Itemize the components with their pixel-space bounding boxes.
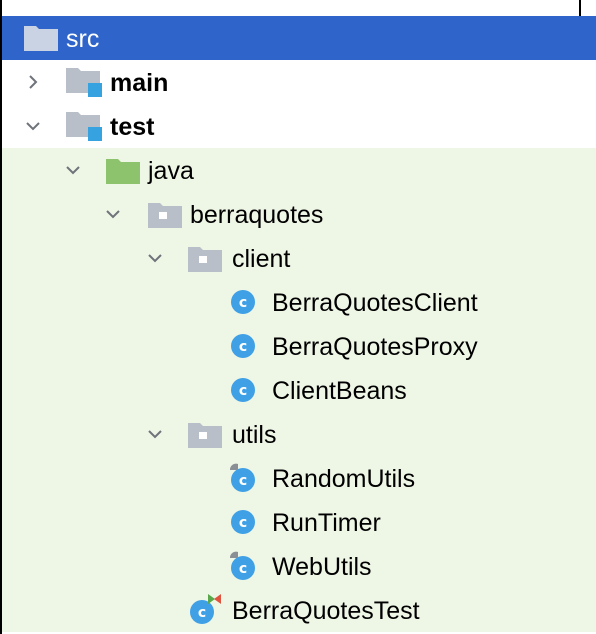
window-border-right (579, 0, 581, 16)
tree-node-main[interactable]: main (2, 60, 596, 104)
svg-text:c: c (198, 605, 206, 621)
chevron-down-icon[interactable] (148, 427, 162, 441)
svg-text:c: c (239, 473, 247, 489)
svg-text:c: c (239, 515, 247, 531)
tree-node-class[interactable]: c ClientBeans (2, 368, 596, 412)
tree-node-label: berraquotes (190, 201, 324, 229)
tree-node-test-class[interactable]: c BerraQuotesTest (2, 588, 596, 632)
tree-node-label: main (110, 69, 169, 97)
package-icon (148, 203, 182, 228)
class-icon: c (229, 463, 255, 492)
module-folder-icon (66, 68, 102, 97)
tree-node-class[interactable]: c BerraQuotesClient (2, 280, 596, 324)
tree-node-label: RunTimer (272, 509, 381, 537)
tree-node-client[interactable]: client (2, 236, 596, 280)
class-icon: c (231, 334, 255, 358)
svg-text:c: c (239, 339, 247, 355)
tree-node-class[interactable]: c BerraQuotesProxy (2, 324, 596, 368)
folder-icon (24, 26, 58, 51)
tree-node-label: src (66, 25, 100, 53)
class-icon: c (231, 510, 255, 534)
tree-node-berraquotes[interactable]: berraquotes (2, 192, 596, 236)
tree-node-label: BerraQuotesClient (272, 289, 478, 317)
tree-node-label: ClientBeans (272, 377, 407, 405)
tree-node-src[interactable]: src (2, 16, 596, 60)
svg-text:c: c (239, 561, 247, 577)
svg-text:c: c (239, 383, 247, 399)
tree-node-label: BerraQuotesProxy (272, 333, 478, 361)
tree-node-label: WebUtils (272, 553, 372, 581)
tree-node-utils[interactable]: utils (2, 412, 596, 456)
tree-node-label: test (110, 113, 155, 141)
class-icon: c (231, 290, 255, 314)
tree-node-java[interactable]: java (2, 148, 596, 192)
chevron-right-icon[interactable] (26, 75, 40, 89)
chevron-down-icon[interactable] (26, 119, 40, 133)
tree-node-label: utils (232, 421, 277, 449)
svg-text:c: c (239, 295, 247, 311)
test-class-icon: c (190, 594, 221, 624)
tree-node-class[interactable]: c RandomUtils (2, 456, 596, 500)
package-icon (188, 423, 222, 448)
tree-node-class[interactable]: c RunTimer (2, 500, 596, 544)
tree-node-label: client (232, 245, 291, 273)
module-folder-icon (66, 112, 102, 141)
chevron-down-icon[interactable] (106, 207, 120, 221)
class-icon: c (229, 551, 255, 580)
chevron-down-icon[interactable] (148, 251, 162, 265)
tree-node-label: RandomUtils (272, 465, 416, 493)
chevron-down-icon[interactable] (66, 163, 80, 177)
tree-node-label: java (148, 157, 194, 185)
class-icon: c (231, 378, 255, 402)
test-source-root-icon (106, 159, 140, 184)
tree-node-test[interactable]: test (2, 104, 596, 148)
tree-node-label: BerraQuotesTest (232, 597, 420, 625)
package-icon (188, 247, 222, 272)
project-tree: src main test java berraquotes client c … (2, 16, 596, 634)
tree-node-class[interactable]: c WebUtils (2, 544, 596, 588)
